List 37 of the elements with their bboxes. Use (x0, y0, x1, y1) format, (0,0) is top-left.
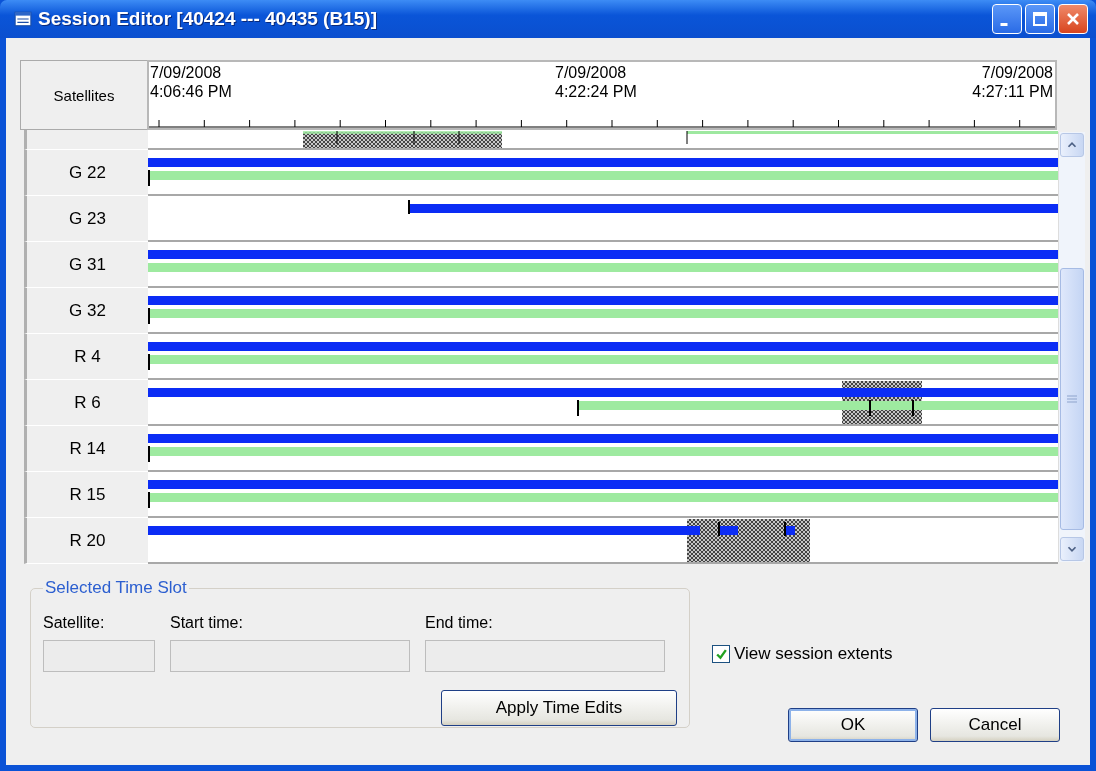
ruler-date: 7/09/2008 (555, 63, 628, 82)
grip-icon (1067, 395, 1077, 403)
satellite-label[interactable]: R 15 (24, 472, 148, 518)
minimize-button[interactable] (992, 4, 1022, 34)
ruler-time: 4:06:46 PM (150, 82, 232, 101)
field-label: End time: (425, 614, 494, 632)
scroll-up-button[interactable] (1060, 133, 1084, 157)
satellite-label[interactable]: G 22 (24, 150, 148, 196)
column-header: Satellites (20, 60, 147, 130)
ok-button[interactable]: OK (788, 708, 918, 742)
group-title: Selected Time Slot (44, 578, 188, 598)
maximize-icon (1030, 9, 1050, 29)
checkbox-label: View session extents (734, 644, 893, 664)
scroll-down-button[interactable] (1060, 537, 1084, 561)
ruler-time: 4:22:24 PM (555, 82, 637, 101)
satellite-label[interactable]: G 32 (24, 288, 148, 334)
window-title: Session Editor [40424 --- 40435 (B15)] (38, 8, 378, 30)
cancel-button[interactable]: Cancel (930, 708, 1060, 742)
satellite-label[interactable]: R 4 (24, 334, 148, 380)
minimize-icon (1000, 22, 1008, 26)
apply-button[interactable]: Apply Time Edits (441, 690, 677, 726)
ruler-date: 7/09/2008 (981, 63, 1053, 82)
field-label: Satellite: (43, 614, 106, 632)
vertical-scrollbar[interactable] (1058, 132, 1085, 562)
maximize-button[interactable] (1025, 4, 1055, 34)
ruler-date: 7/09/2008 (150, 63, 223, 82)
ruler-time: 4:27:11 PM (972, 82, 1053, 101)
satellite-label[interactable]: R 20 (24, 518, 148, 564)
field-label: Start time: (170, 614, 244, 632)
close-button[interactable] (1058, 4, 1088, 34)
satellite-label[interactable]: G 23 (24, 196, 148, 242)
satellite-label[interactable]: R 14 (24, 426, 148, 472)
satellite-label[interactable]: R 6 (24, 380, 148, 426)
satellite-label[interactable]: G 31 (24, 242, 148, 288)
checkbox[interactable] (712, 645, 730, 663)
window-app-icon (14, 10, 32, 28)
scroll-thumb[interactable] (1060, 268, 1084, 530)
